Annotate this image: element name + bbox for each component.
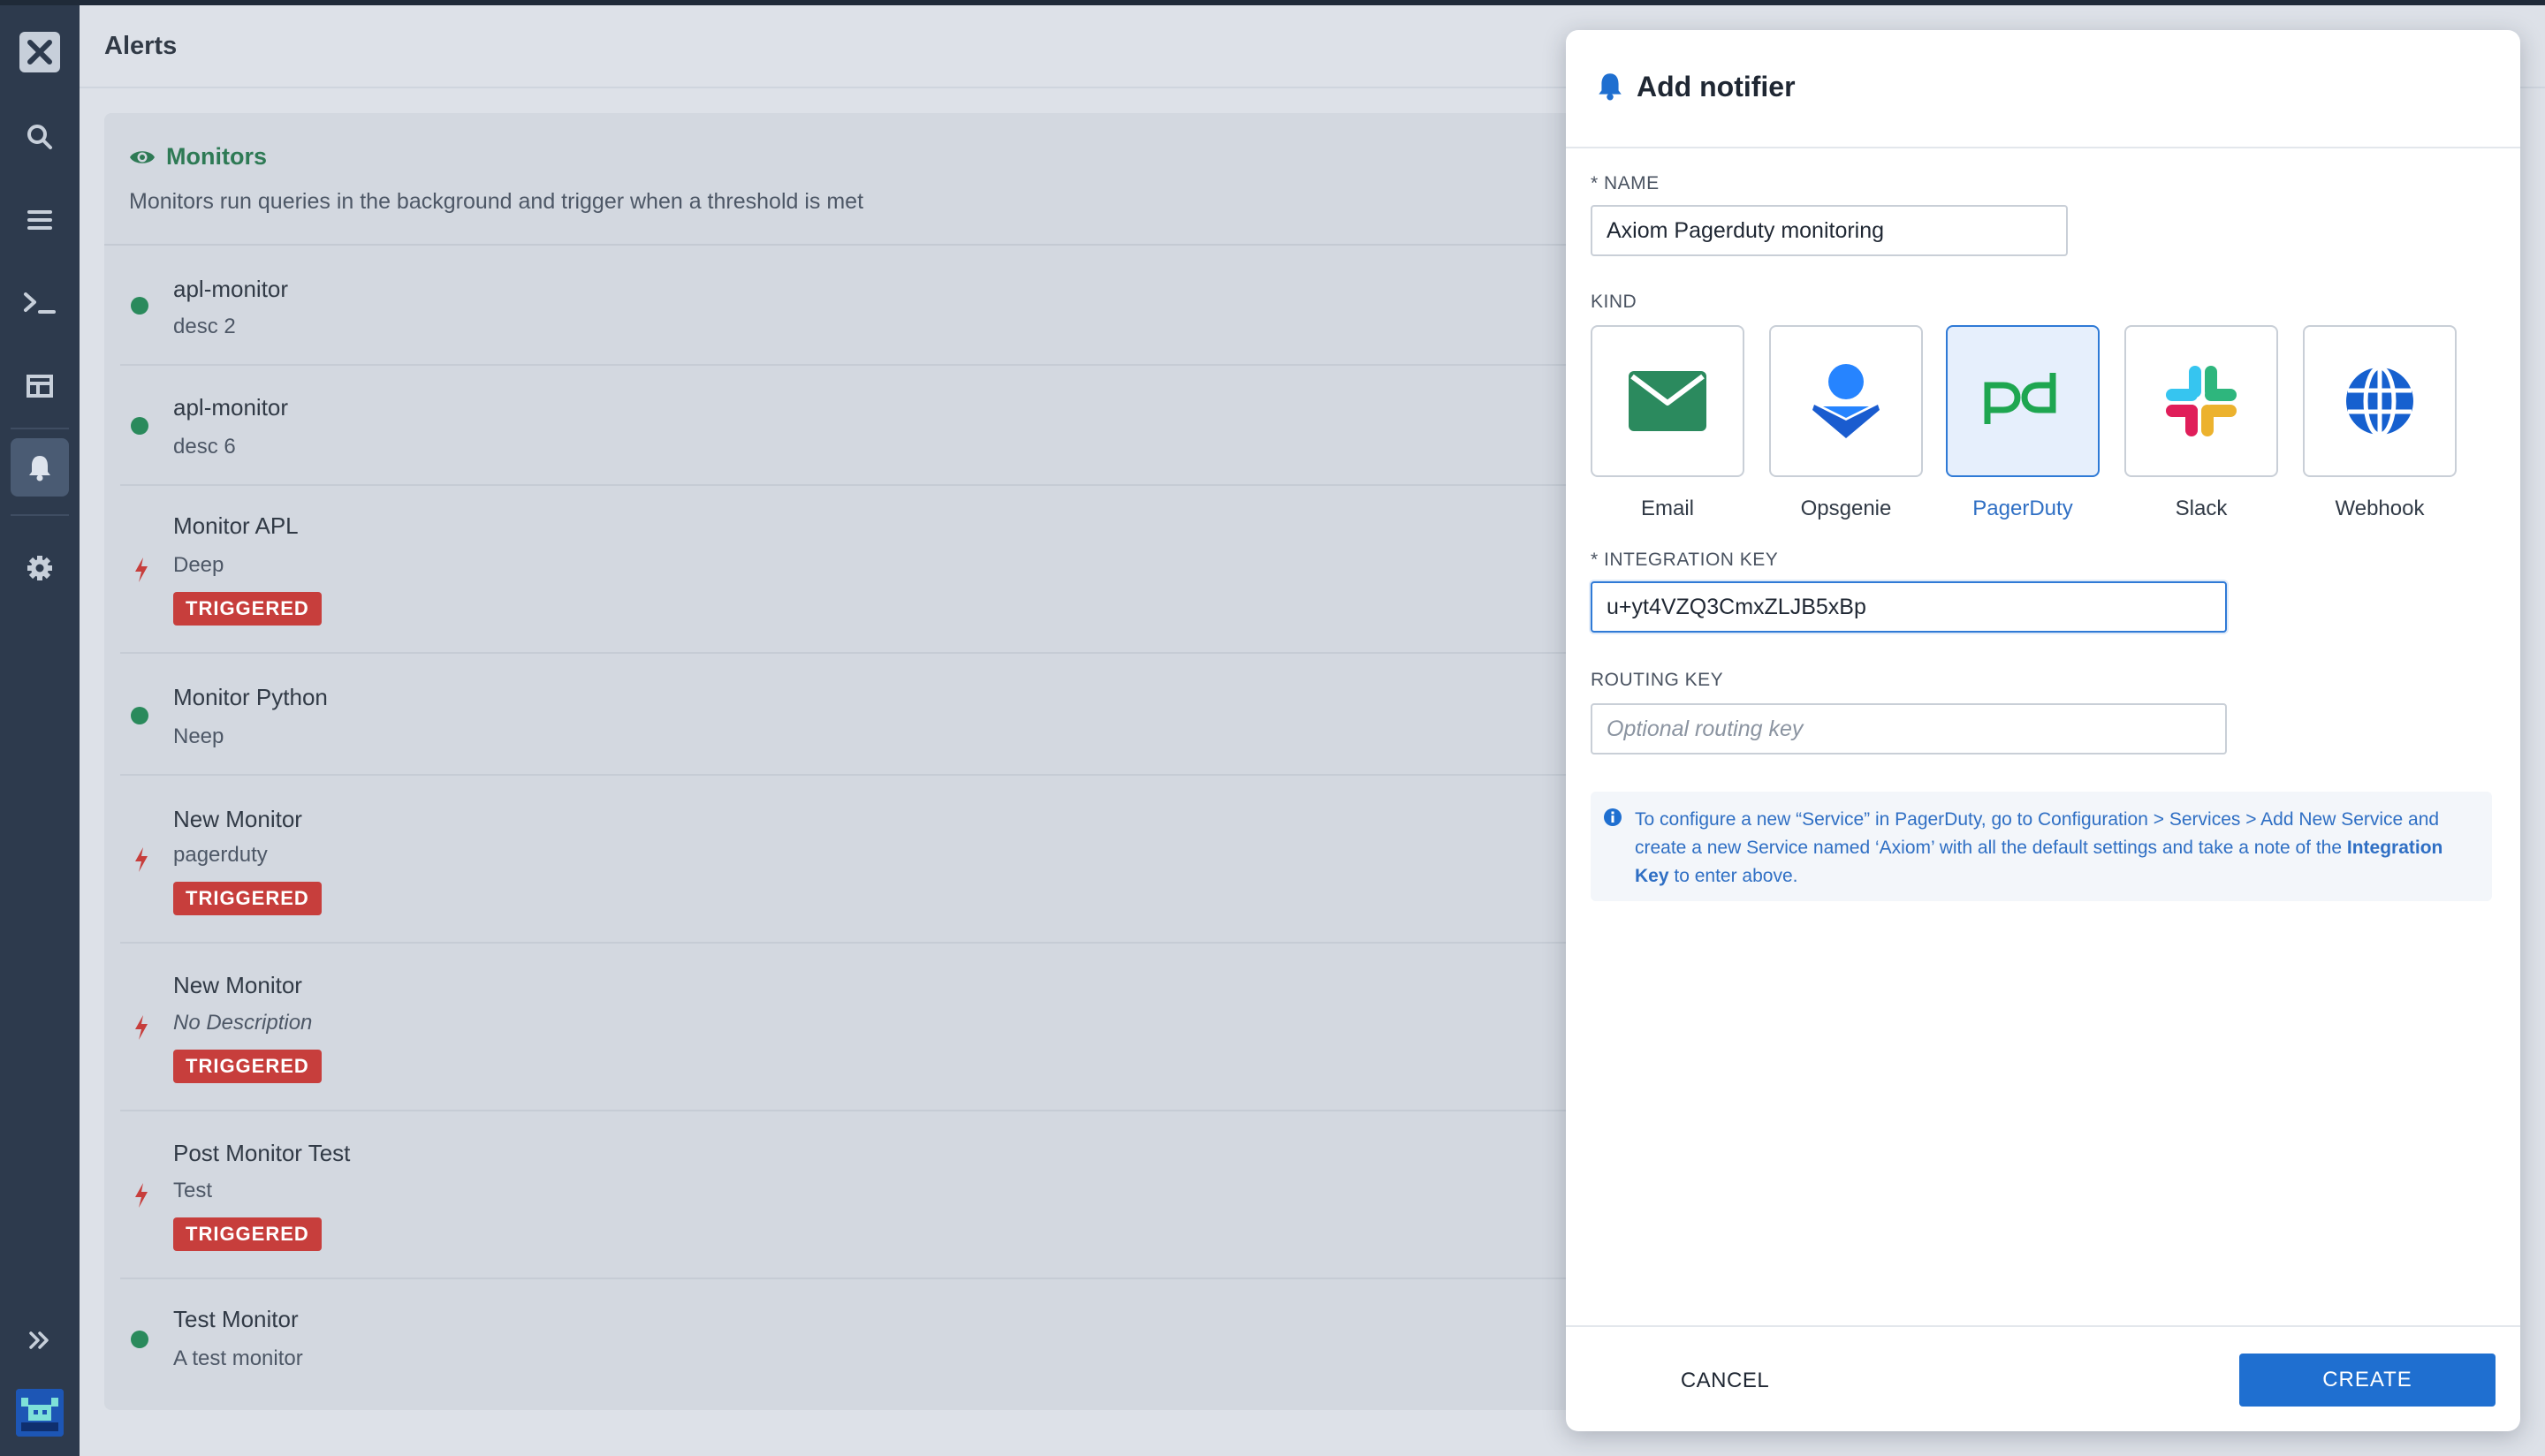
lightning-icon (135, 1015, 148, 1040)
sidebar-item-dashboards[interactable] (11, 357, 69, 415)
monitor-name: New Monitor (173, 806, 302, 832)
kind-option-webhook[interactable]: Webhook (2303, 325, 2457, 521)
name-label: * NAME (1591, 173, 1660, 193)
monitors-title: Monitors (166, 143, 267, 170)
monitors-card: Monitors Monitors run queries in the bac… (104, 113, 1571, 1410)
monitor-name: Monitor APL (173, 512, 299, 539)
kind-label-slack: Slack (2175, 497, 2228, 520)
opsgenie-icon (1812, 364, 1880, 438)
routing-key-label: ROUTING KEY (1591, 670, 1724, 690)
monitor-name: New Monitor (173, 972, 302, 998)
info-text: To configure a new “Service” in PagerDut… (1635, 809, 2443, 886)
monitor-row[interactable]: Test Monitor A test monitor (120, 1279, 1571, 1399)
kind-option-opsgenie[interactable]: Opsgenie (1769, 325, 1923, 521)
integration-key-input[interactable] (1591, 581, 2227, 633)
monitor-row[interactable]: New Monitor pagerduty TRIGGERED (120, 776, 1571, 944)
status-badge: TRIGGERED (173, 592, 322, 626)
status-ok-dot (131, 1331, 148, 1348)
monitor-name: Monitor Python (173, 684, 328, 710)
sidebar-divider (11, 514, 69, 516)
monitors-heading: Monitors (129, 143, 267, 171)
sidebar-divider (11, 428, 69, 429)
gear-icon (27, 556, 52, 580)
eye-icon (130, 150, 155, 163)
terminal-icon (24, 292, 56, 314)
envelope-icon (1629, 371, 1706, 431)
monitor-row[interactable]: apl-monitor desc 2 (120, 246, 1571, 366)
monitor-row[interactable]: Monitor Python Neep (120, 654, 1571, 776)
monitor-desc: desc 6 (173, 435, 236, 459)
stream-icon (27, 210, 52, 230)
kind-tile[interactable] (1769, 325, 1923, 477)
monitor-name: Post Monitor Test (173, 1140, 351, 1166)
sidebar-item-stream[interactable] (11, 191, 69, 249)
monitor-desc: pagerduty (173, 843, 268, 867)
sidebar-item-search[interactable] (11, 108, 69, 166)
kind-option-pagerduty[interactable]: PagerDuty (1946, 325, 2100, 521)
monitor-row[interactable]: New Monitor No Description TRIGGERED (120, 944, 1571, 1111)
sidebar-item-query[interactable] (11, 274, 69, 332)
kind-option-slack[interactable]: Slack (2124, 325, 2278, 521)
kind-option-email[interactable]: Email (1591, 325, 1744, 521)
lightning-icon (135, 1183, 148, 1208)
bell-icon (1599, 73, 1622, 101)
lightning-icon (135, 557, 148, 582)
logo-icon[interactable] (19, 32, 60, 72)
kind-label-pagerduty: PagerDuty (1972, 497, 2073, 520)
status-badge: TRIGGERED (173, 882, 322, 915)
add-notifier-dialog: Add notifier * NAME KIND Email Opsgenie … (1566, 30, 2520, 1431)
info-callout: To configure a new “Service” in PagerDut… (1591, 792, 2492, 901)
sidebar-item-alerts[interactable] (11, 438, 69, 497)
avatar[interactable] (16, 1389, 64, 1437)
kind-label-email: Email (1640, 497, 1694, 520)
integration-key-label: * INTEGRATION KEY (1591, 550, 1779, 570)
kind-tile[interactable] (2124, 325, 2278, 477)
sidebar (0, 0, 80, 1456)
routing-key-input[interactable] (1591, 703, 2227, 755)
expand-icon (29, 1331, 49, 1349)
monitor-row[interactable]: apl-monitor desc 6 (120, 366, 1571, 486)
name-input[interactable] (1591, 205, 2068, 256)
sidebar-expand-button[interactable] (11, 1311, 69, 1369)
search-icon (27, 125, 52, 149)
sidebar-item-settings[interactable] (11, 539, 69, 597)
dialog-title: Add notifier (1637, 71, 1796, 102)
dashboard-icon (27, 375, 53, 398)
monitor-name: Test Monitor (173, 1306, 299, 1332)
bell-icon (29, 456, 50, 482)
kind-tile[interactable] (1946, 325, 2100, 477)
slack-icon (2166, 366, 2237, 436)
status-ok-dot (131, 297, 148, 315)
info-icon (1604, 808, 1622, 826)
kind-tile[interactable] (2303, 325, 2457, 477)
lightning-icon (135, 847, 148, 872)
create-button[interactable]: CREATE (2239, 1354, 2496, 1407)
pagerduty-icon (1984, 373, 2056, 424)
monitor-desc: Neep (173, 724, 224, 748)
globe-icon (2346, 365, 2413, 437)
status-ok-dot (131, 417, 148, 435)
monitor-row[interactable]: Monitor APL Deep TRIGGERED (120, 486, 1571, 654)
status-badge: TRIGGERED (173, 1050, 322, 1083)
monitor-desc: Test (173, 1179, 213, 1202)
dialog-header: Add notifier (1566, 30, 2520, 148)
cancel-button[interactable]: CANCEL (1637, 1355, 1813, 1407)
kind-label-opsgenie: Opsgenie (1800, 497, 1892, 520)
status-badge: TRIGGERED (173, 1217, 322, 1251)
top-strip (0, 0, 2545, 5)
monitor-row[interactable]: Post Monitor Test Test TRIGGERED (120, 1111, 1571, 1279)
monitor-desc: A test monitor (173, 1346, 303, 1370)
monitor-desc: No Description (173, 1011, 313, 1035)
dialog-footer-divider (1566, 1325, 2520, 1327)
kind-label: KIND (1591, 292, 1637, 312)
monitor-desc: Deep (173, 553, 224, 577)
monitors-subtitle: Monitors run queries in the background a… (129, 189, 864, 214)
kind-tile[interactable] (1591, 325, 1744, 477)
status-ok-dot (131, 707, 148, 724)
monitor-desc: desc 2 (173, 315, 236, 338)
page-title: Alerts (104, 32, 178, 60)
monitor-name: apl-monitor (173, 394, 289, 421)
kind-label-webhook: Webhook (2335, 497, 2425, 520)
monitor-name: apl-monitor (173, 276, 289, 302)
